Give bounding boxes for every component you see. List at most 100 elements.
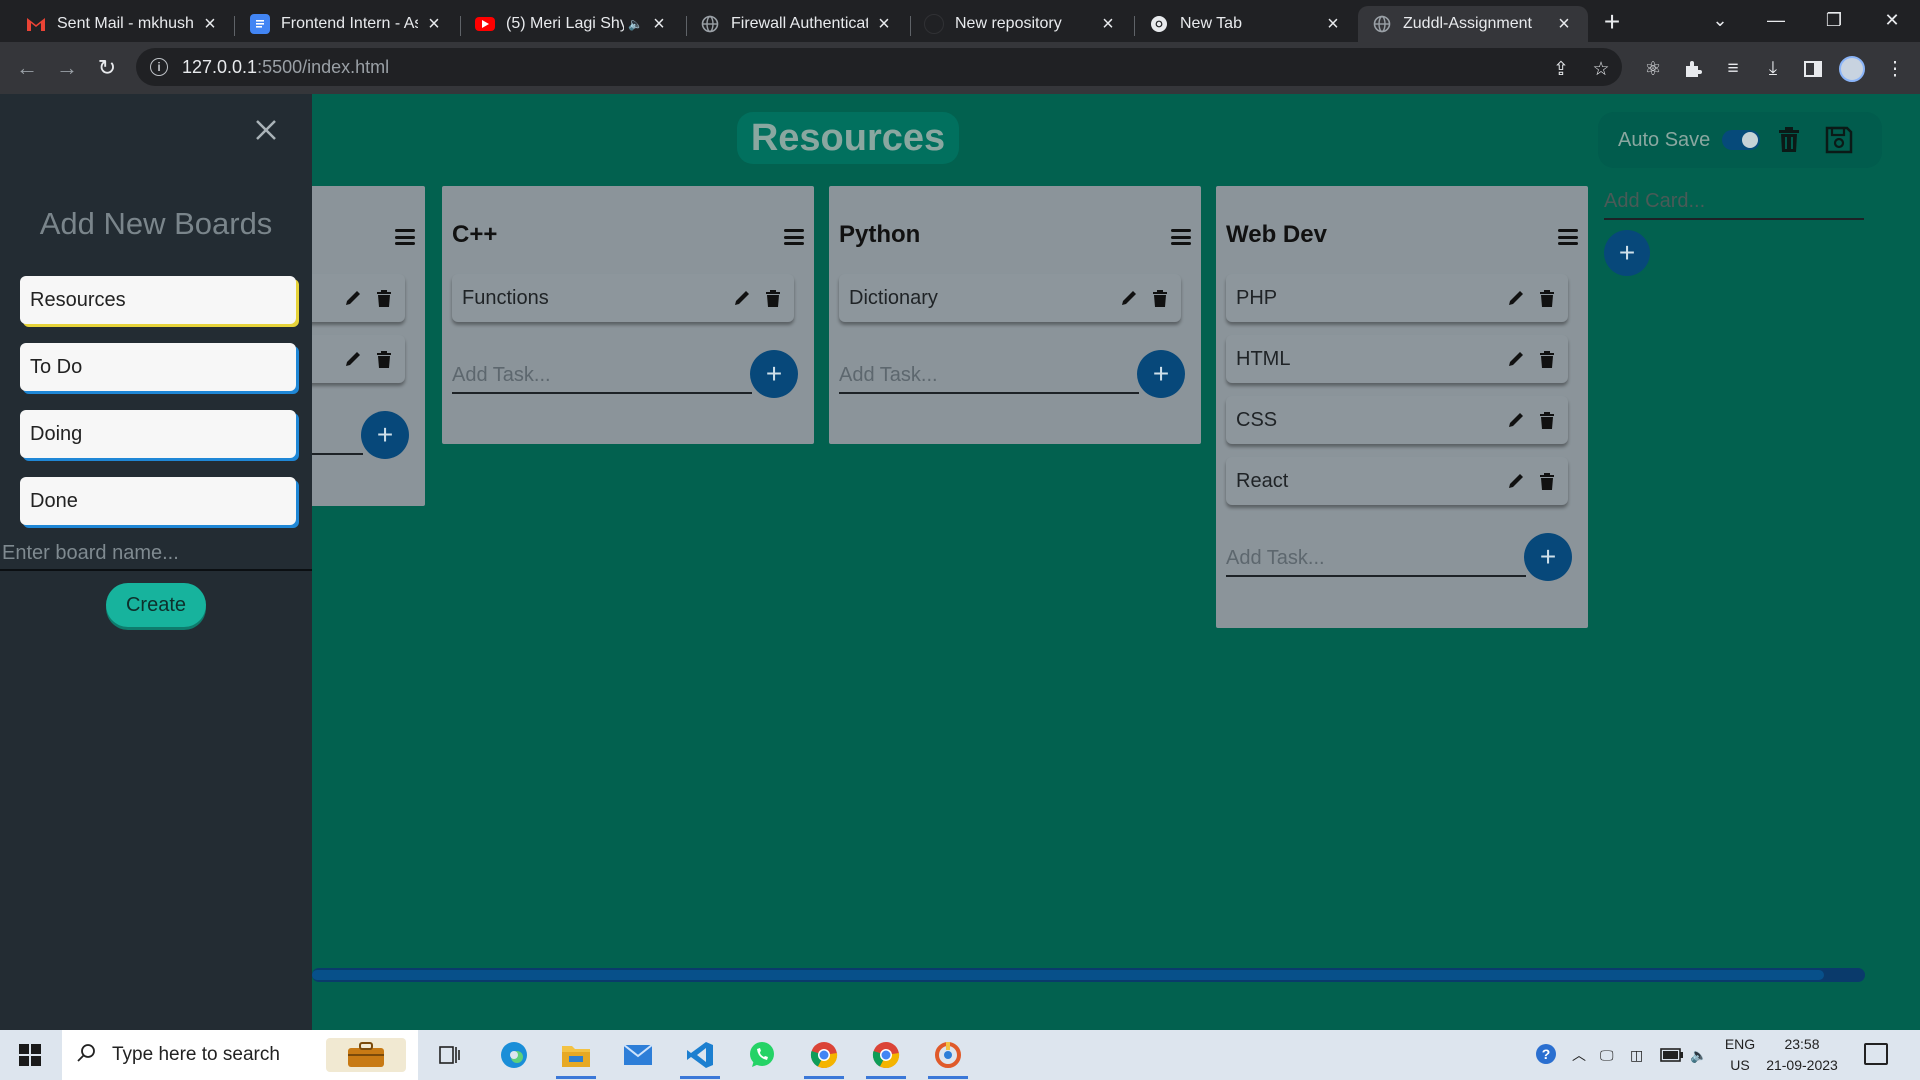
trash-icon[interactable] [1772,123,1806,157]
close-icon[interactable]: × [1323,13,1343,35]
menu-icon[interactable] [395,229,415,245]
new-tab-button[interactable]: + [1598,8,1626,36]
pencil-icon[interactable] [1118,287,1140,309]
task: HTML [1226,335,1568,383]
trash-icon[interactable] [762,287,784,309]
media-icon[interactable]: ≡ [1718,54,1748,84]
trash-icon[interactable] [373,348,395,370]
add-task-input[interactable] [839,358,1139,394]
chrome-icon[interactable] [804,1037,844,1079]
speaker-icon[interactable]: 🔈 [628,17,643,31]
reload-button[interactable]: ↻ [92,53,122,83]
sidebar-board-todo[interactable]: To Do [20,343,296,391]
trash-icon[interactable] [1536,409,1558,431]
add-task-button[interactable]: + [361,411,409,459]
notification-icon[interactable] [1864,1043,1888,1065]
more-menu-icon[interactable]: ⋮ [1880,54,1910,84]
browser-tab-newtab[interactable]: New Tab × [1135,6,1357,42]
camera-icon[interactable]: ◫ [1630,1030,1643,1080]
address-bar[interactable]: i 127.0.0.1:5500/index.html [136,48,1622,86]
edge-icon[interactable] [494,1037,534,1073]
battery-icon[interactable] [1660,1030,1684,1080]
pencil-icon[interactable] [342,287,364,309]
add-task-input[interactable] [1226,541,1526,577]
pencil-icon[interactable] [1505,348,1527,370]
browser-tab-firewall[interactable]: Firewall Authenticatio × [686,6,908,42]
trash-icon[interactable] [373,287,395,309]
avatar[interactable] [1839,56,1865,82]
vscode-icon[interactable] [680,1037,720,1079]
extensions-icon[interactable] [1678,54,1708,84]
help-icon[interactable]: ? [1534,1030,1560,1080]
task: Functions [452,274,794,322]
close-icon[interactable]: × [424,13,444,35]
whatsapp-icon[interactable] [742,1037,782,1073]
trash-icon[interactable] [1149,287,1171,309]
browser-tab-gmail[interactable]: Sent Mail - mkhushir × [12,6,234,42]
pencil-icon[interactable] [1505,409,1527,431]
close-icon[interactable]: × [649,13,669,35]
add-task-button[interactable]: + [750,350,798,398]
info-icon[interactable]: i [150,58,168,76]
autosave-toggle[interactable] [1722,130,1761,150]
taskbar-search[interactable]: Type here to search [62,1030,418,1080]
star-icon[interactable]: ☆ [1586,54,1616,84]
add-task-input[interactable] [452,358,752,394]
menu-icon[interactable] [784,229,804,245]
close-icon[interactable]: × [1554,13,1574,35]
close-icon[interactable]: × [874,13,894,35]
pencil-icon[interactable] [731,287,753,309]
scrollbar-thumb[interactable] [312,970,1824,980]
network-icon[interactable]: 🖵 [1600,1030,1614,1080]
create-board-button[interactable]: Create [106,583,206,627]
menu-icon[interactable] [1558,229,1578,245]
add-card-input[interactable] [1604,184,1864,220]
trash-icon[interactable] [1536,287,1558,309]
pencil-icon[interactable] [1505,470,1527,492]
close-icon[interactable]: × [1098,13,1118,35]
add-task-button[interactable]: + [1524,533,1572,581]
chevron-down-icon[interactable]: ⌄ [1700,6,1740,34]
briefcase-icon[interactable] [326,1038,406,1072]
share-icon[interactable]: ⇪ [1546,54,1576,84]
close-window-button[interactable]: ✕ [1872,6,1912,34]
trash-icon[interactable] [1536,470,1558,492]
react-devtools-icon[interactable]: ⚛ [1638,54,1668,84]
browser-tab-youtube[interactable]: (5) Meri Lagi Shy 🔈 × [461,6,683,42]
close-icon[interactable] [250,114,282,146]
chrome-icon[interactable] [866,1037,906,1079]
sidebar-board-done[interactable]: Done [20,477,296,525]
tab-title: Firewall Authenticatio [731,15,868,32]
paint-icon[interactable] [928,1037,968,1079]
file-explorer-icon[interactable] [556,1037,596,1079]
trash-icon[interactable] [1536,348,1558,370]
browser-tab-github[interactable]: New repository × [910,6,1132,42]
download-icon[interactable]: ⤓ [1758,54,1788,84]
board-title: Resources [737,112,959,164]
minimize-button[interactable]: — [1756,6,1796,34]
mail-icon[interactable] [618,1037,658,1073]
windows-start-icon[interactable] [10,1041,50,1069]
board-name-input[interactable] [0,537,312,571]
horizontal-scrollbar[interactable] [312,968,1865,982]
browser-tab-zuddl[interactable]: Zuddl-Assignment × [1358,6,1588,42]
pencil-icon[interactable] [1505,287,1527,309]
forward-button[interactable]: → [52,53,82,83]
pencil-icon[interactable] [342,348,364,370]
sidebar-board-resources[interactable]: Resources [20,276,296,324]
add-task-button[interactable]: + [1137,350,1185,398]
back-button[interactable]: ← [12,53,42,83]
chevron-up-icon[interactable]: ︿ [1572,1030,1586,1080]
clock[interactable]: 23:58 21-09-2023 [1752,1034,1852,1076]
sidebar-board-doing[interactable]: Doing [20,410,296,458]
volume-icon[interactable]: 🔈 [1690,1030,1707,1080]
tab-title: New Tab [1180,15,1242,32]
save-icon[interactable] [1822,123,1856,157]
browser-tab-docs[interactable]: Frontend Intern - Ass × [236,6,458,42]
close-icon[interactable]: × [200,13,220,35]
add-card-button[interactable]: + [1604,230,1650,276]
menu-icon[interactable] [1171,229,1191,245]
sidepanel-icon[interactable] [1798,54,1828,84]
task-view-icon[interactable] [430,1037,470,1073]
restore-button[interactable]: ❐ [1814,6,1854,34]
